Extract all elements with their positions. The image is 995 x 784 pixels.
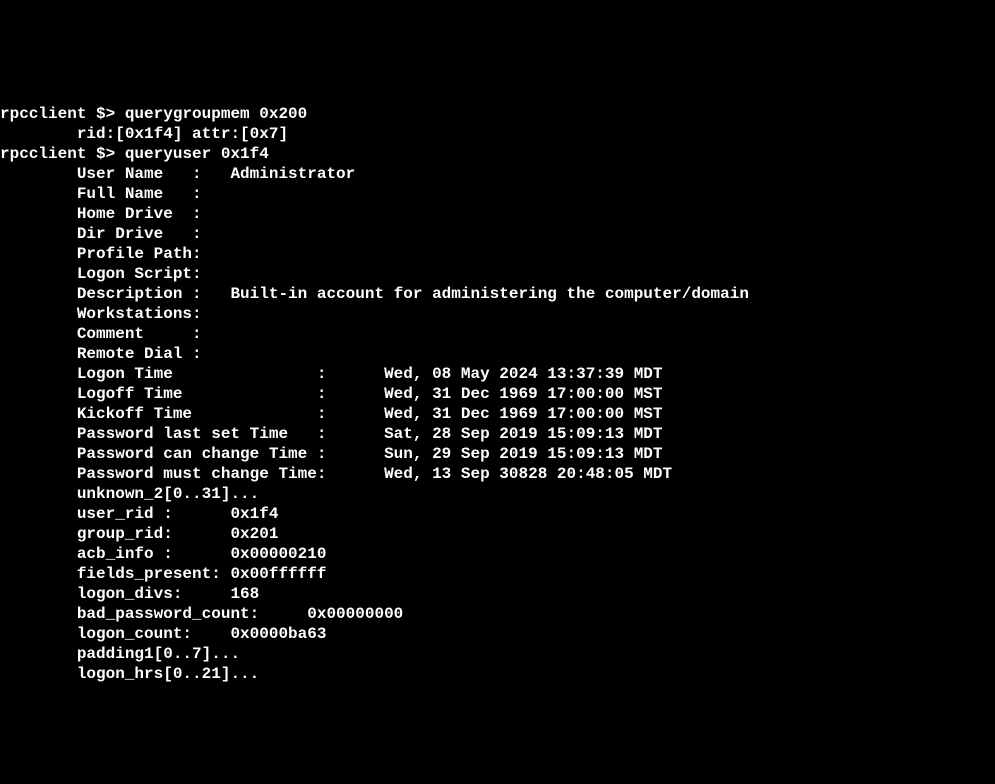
home-drive-line: Home Drive : xyxy=(0,205,202,223)
description-line: Description : Built-in account for admin… xyxy=(0,285,749,303)
acb-info-line: acb_info : 0x00000210 xyxy=(0,545,326,563)
logon-script-line: Logon Script: xyxy=(0,265,202,283)
prompt-host: rpcclient xyxy=(0,145,86,163)
prompt-host: rpcclient xyxy=(0,105,86,123)
password-must-change-line: Password must change Time: Wed, 13 Sep 3… xyxy=(0,465,672,483)
bad-password-count-line: bad_password_count: 0x00000000 xyxy=(0,605,403,623)
prompt-line-1: rpcclient $> querygroupmem 0x200 xyxy=(0,105,307,123)
logon-divs-line: logon_divs: 168 xyxy=(0,585,259,603)
profile-path-line: Profile Path: xyxy=(0,245,202,263)
comment-line: Comment : xyxy=(0,325,202,343)
prompt-command: queryuser 0x1f4 xyxy=(125,145,269,163)
user-rid-line: user_rid : 0x1f4 xyxy=(0,505,278,523)
logoff-time-line: Logoff Time : Wed, 31 Dec 1969 17:00:00 … xyxy=(0,385,663,403)
workstations-line: Workstations: xyxy=(0,305,202,323)
dir-drive-line: Dir Drive : xyxy=(0,225,202,243)
terminal-output[interactable]: rpcclient $> querygroupmem 0x200 rid:[0x… xyxy=(0,84,995,684)
logon-count-line: logon_count: 0x0000ba63 xyxy=(0,625,326,643)
remote-dial-line: Remote Dial : xyxy=(0,345,202,363)
kickoff-time-line: Kickoff Time : Wed, 31 Dec 1969 17:00:00… xyxy=(0,405,663,423)
prompt-symbol: $> xyxy=(86,145,124,163)
logon-hrs-line: logon_hrs[0..21]... xyxy=(0,665,259,683)
full-name-line: Full Name : xyxy=(0,185,202,203)
prompt-line-2: rpcclient $> queryuser 0x1f4 xyxy=(0,145,269,163)
fields-present-line: fields_present: 0x00ffffff xyxy=(0,565,326,583)
prompt-command: querygroupmem 0x200 xyxy=(125,105,307,123)
padding1-line: padding1[0..7]... xyxy=(0,645,240,663)
prompt-symbol: $> xyxy=(86,105,124,123)
unknown2-line: unknown_2[0..31]... xyxy=(0,485,259,503)
password-can-change-line: Password can change Time : Sun, 29 Sep 2… xyxy=(0,445,663,463)
group-rid-line: group_rid: 0x201 xyxy=(0,525,278,543)
password-last-set-line: Password last set Time : Sat, 28 Sep 201… xyxy=(0,425,663,443)
groupmem-result: rid:[0x1f4] attr:[0x7] xyxy=(0,125,288,143)
logon-time-line: Logon Time : Wed, 08 May 2024 13:37:39 M… xyxy=(0,365,663,383)
user-name-line: User Name : Administrator xyxy=(0,165,355,183)
